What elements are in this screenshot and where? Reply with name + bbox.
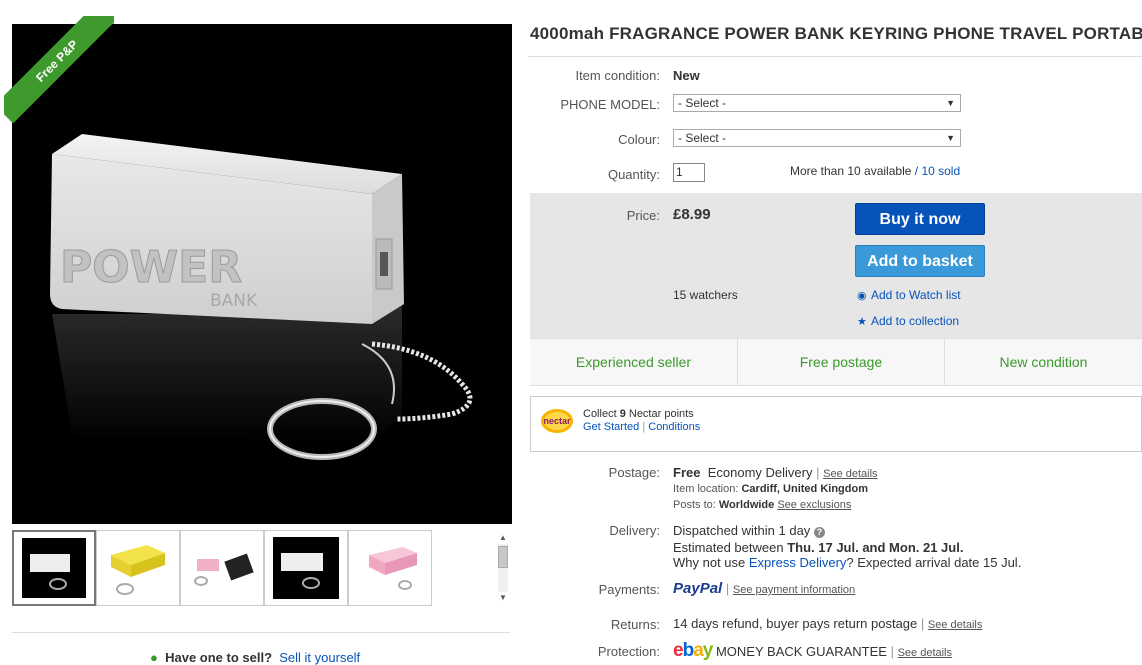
- thumbnail-2[interactable]: [96, 530, 180, 606]
- colour-select[interactable]: - Select - ▼: [673, 129, 961, 147]
- protection-value: ebay MONEY BACK GUARANTEE | See details: [673, 640, 953, 661]
- brand-sub-text: BANK: [210, 291, 258, 311]
- phone-model-select[interactable]: - Select - ▼: [673, 94, 961, 112]
- nectar-text: Collect 9 Nectar points Get Started | Co…: [583, 408, 701, 433]
- add-to-basket-button[interactable]: Add to basket: [855, 245, 985, 277]
- quantity-input[interactable]: 1: [673, 163, 705, 182]
- add-to-watchlist-link[interactable]: ◉ Add to Watch list: [857, 288, 961, 302]
- feature-highlights: Experienced seller Free postage New cond…: [530, 338, 1142, 386]
- delivery-label: Delivery:: [609, 523, 660, 538]
- dropdown-arrow-icon: ▼: [946, 98, 955, 108]
- eye-icon: ◉: [857, 290, 867, 302]
- postage-see-details-link[interactable]: See details: [823, 468, 877, 480]
- price-label: Price:: [626, 208, 660, 223]
- tag-icon: ●: [150, 650, 158, 665]
- item-location: Item location: Cardiff, United Kingdom: [673, 483, 868, 495]
- colour-label: Colour:: [618, 132, 660, 147]
- see-payment-info-link[interactable]: See payment information: [733, 584, 855, 596]
- availability: More than 10 available / 10 sold: [790, 164, 961, 178]
- paypal-logo: PayPal: [673, 580, 723, 597]
- scroll-up-arrow-icon[interactable]: ▲: [496, 532, 510, 544]
- nectar-conditions-link[interactable]: Conditions: [648, 421, 700, 433]
- nectar-get-started-link[interactable]: Get Started: [583, 421, 639, 433]
- phone-model-label: PHONE MODEL:: [560, 97, 660, 112]
- sell-it-yourself-link[interactable]: Sell it yourself: [279, 650, 360, 665]
- payments-value: PayPal | See payment information: [673, 580, 856, 597]
- scroll-down-arrow-icon[interactable]: ▼: [496, 592, 510, 604]
- help-icon[interactable]: ?: [813, 527, 825, 538]
- ebay-logo: ebay: [673, 640, 713, 661]
- price-value: £8.99: [673, 206, 711, 223]
- estimated-delivery: Estimated between Thu. 17 Jul. and Mon. …: [673, 540, 964, 555]
- divider: [528, 56, 1142, 57]
- posts-to: Posts to: Worldwide See exclusions: [673, 499, 852, 511]
- scrollbar-thumb[interactable]: [498, 546, 508, 568]
- protection-label: Protection:: [597, 644, 660, 659]
- condition-value: New: [673, 68, 700, 83]
- dispatch-time: Dispatched within 1 day ?: [673, 523, 825, 538]
- payments-label: Payments:: [598, 582, 660, 597]
- thumbnail-3[interactable]: [180, 530, 264, 606]
- returns-see-details-link[interactable]: See details: [928, 619, 982, 631]
- sell-prompt: ● Have one to sell? Sell it yourself: [150, 650, 361, 665]
- feature-new-condition: New condition: [999, 354, 1088, 370]
- express-delivery-link[interactable]: Express Delivery: [749, 555, 847, 570]
- feature-free-postage: Free postage: [799, 354, 883, 370]
- free-pp-ribbon: Free P&P: [4, 16, 114, 126]
- nectar-logo: nectar: [540, 407, 574, 435]
- dropdown-arrow-icon: ▼: [946, 133, 955, 143]
- buy-it-now-button[interactable]: Buy it now: [855, 203, 985, 235]
- svg-text:nectar: nectar: [543, 416, 571, 426]
- divider: [12, 632, 510, 633]
- star-icon: ★: [857, 316, 867, 328]
- brand-text: POWER: [60, 242, 242, 293]
- thumbnail-scrollbar[interactable]: ▲ ▼: [496, 530, 510, 606]
- sold-count-link[interactable]: 10 sold: [921, 164, 960, 178]
- condition-label: Item condition:: [575, 68, 660, 83]
- quantity-label: Quantity:: [607, 167, 660, 182]
- postage-value: Free Economy Delivery | See details: [673, 465, 878, 480]
- returns-label: Returns:: [610, 617, 660, 632]
- money-back-guarantee: MONEY BACK GUARANTEE: [715, 644, 887, 659]
- listing-title: 4000mah FRAGRANCE POWER BANK KEYRING PHO…: [530, 24, 1142, 43]
- returns-value: 14 days refund, buyer pays return postag…: [673, 616, 983, 631]
- feature-experienced-seller: Experienced seller: [575, 354, 692, 370]
- thumbnail-4[interactable]: [264, 530, 348, 606]
- thumbnail-strip: [12, 530, 432, 606]
- thumbnail-5[interactable]: [348, 530, 432, 606]
- see-exclusions-link[interactable]: See exclusions: [777, 499, 851, 511]
- watchers-count: 15 watchers: [673, 288, 738, 302]
- protection-see-details-link[interactable]: See details: [898, 647, 952, 659]
- ribbon-label: Free P&P: [4, 16, 114, 124]
- add-to-collection-link[interactable]: ★ Add to collection: [857, 314, 959, 328]
- express-delivery-line: Why not use Express Delivery? Expected a…: [673, 555, 1022, 570]
- thumbnail-1[interactable]: [12, 530, 96, 606]
- postage-label: Postage:: [608, 465, 660, 480]
